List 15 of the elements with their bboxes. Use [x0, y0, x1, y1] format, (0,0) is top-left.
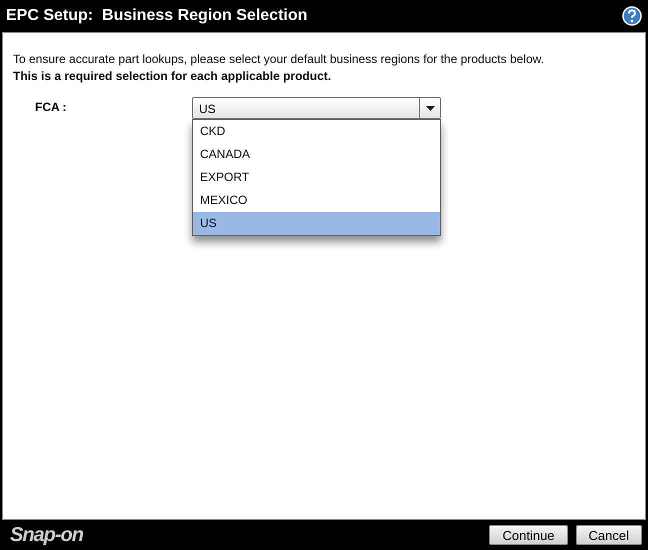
dialog-button[interactable]: Continue	[489, 525, 568, 545]
dropdown-option[interactable]: MEXICO	[193, 189, 440, 212]
caret-icon	[426, 106, 434, 110]
dialog-button[interactable]: Cancel	[576, 525, 642, 545]
intro-text: To ensure accurate part lookups, please select your default business regions for the products below.	[13, 51, 545, 68]
field-label: FCA :	[34, 99, 68, 116]
dropdown-option[interactable]: EXPORT	[193, 166, 440, 189]
logo: Snap-on	[10, 524, 83, 546]
requirement-text: This is a required selection for each applicable product.	[13, 68, 332, 85]
region-dropdown[interactable]: US	[192, 97, 441, 119]
dropdown-option[interactable]: CKD	[193, 120, 440, 143]
window-title: EPC Setup: Business Region Selection	[6, 7, 308, 25]
dropdown-option[interactable]: CANADA	[193, 143, 440, 166]
dropdown-option[interactable]: US	[193, 212, 440, 235]
help-icon[interactable]	[622, 6, 642, 26]
